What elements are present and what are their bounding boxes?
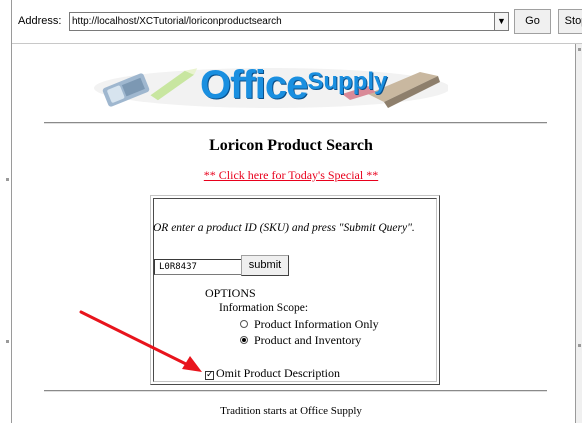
go-button[interactable]: Go <box>514 9 551 34</box>
footer-tagline: Tradition starts at Office Supply <box>220 405 362 417</box>
todays-special-link[interactable]: ** Click here for Today's Special ** <box>0 168 582 183</box>
radio-label: Product and Inventory <box>254 333 362 347</box>
vertical-scrollbar[interactable] <box>575 44 582 423</box>
logo-supply-text: Supply <box>307 68 388 95</box>
omit-description-label: Omit Product Description <box>216 366 340 380</box>
radio-label: Product Information Only <box>254 317 379 331</box>
window-left-frame <box>0 0 12 423</box>
chevron-down-icon: ▼ <box>497 16 506 26</box>
sku-input[interactable]: L0R8437 <box>154 259 242 275</box>
frame-marker <box>578 344 581 347</box>
stop-button[interactable]: Stop <box>558 9 582 34</box>
frame-marker <box>578 48 581 51</box>
radio-button[interactable] <box>240 320 248 328</box>
radio-button[interactable] <box>240 336 248 344</box>
information-scope-label: Information Scope: <box>219 302 309 314</box>
address-label: Address: <box>18 15 62 27</box>
scope-option-product-inventory[interactable]: Product and Inventory <box>240 333 361 348</box>
divider <box>44 390 547 392</box>
logo-wordmark: OfficeSupply <box>200 63 387 108</box>
submit-button[interactable]: submit <box>241 255 289 276</box>
red-arrow-icon <box>79 310 202 372</box>
address-input[interactable]: http://localhost/XCTutorial/loriconprodu… <box>69 12 509 31</box>
options-heading: OPTIONS <box>205 286 256 300</box>
frame-marker <box>6 340 9 343</box>
office-supply-logo: OfficeSupply <box>92 50 448 120</box>
divider <box>44 122 547 124</box>
omit-description-option[interactable]: ✓ Omit Product Description <box>205 366 340 381</box>
sku-instructions: OR enter a product ID (SKU) and press "S… <box>153 222 415 234</box>
page-title: Loricon Product Search <box>209 137 373 154</box>
address-dropdown-button[interactable]: ▼ <box>494 12 509 31</box>
address-toolbar: Address: http://localhost/XCTutorial/lor… <box>12 0 582 44</box>
scope-option-product-info[interactable]: Product Information Only <box>240 317 379 332</box>
logo-office-text: Office <box>200 63 308 107</box>
